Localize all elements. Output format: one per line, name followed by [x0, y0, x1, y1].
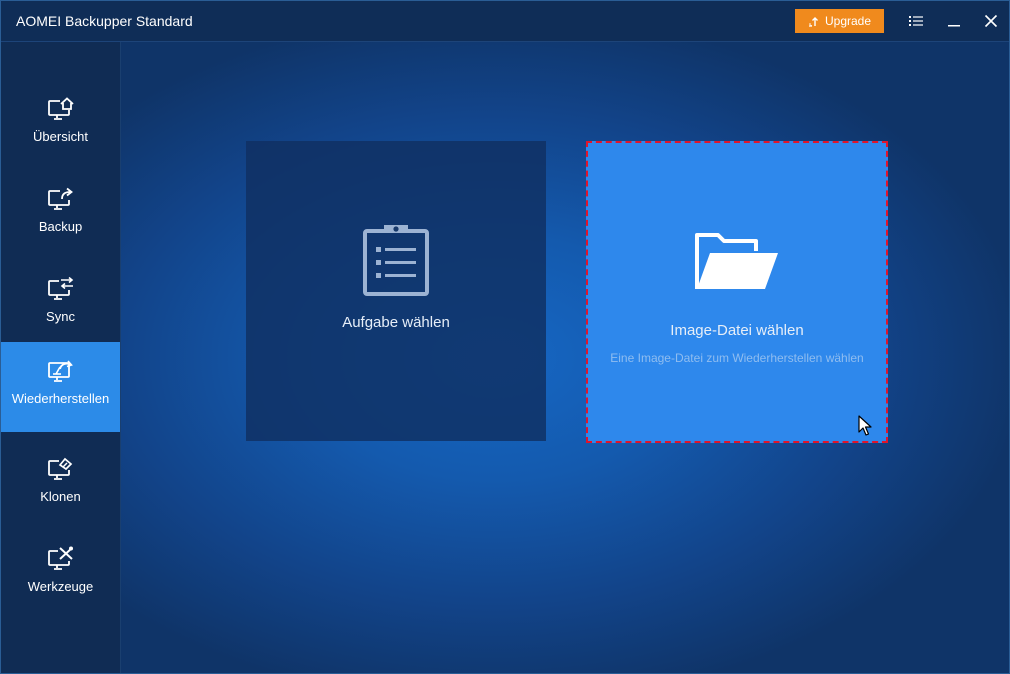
select-task-card[interactable]: Aufgabe wählen — [246, 141, 546, 441]
close-icon — [984, 14, 998, 28]
sidebar-item-label: Übersicht — [33, 129, 88, 144]
sidebar-item-sync[interactable]: Sync — [1, 260, 120, 350]
window-title: AOMEI Backupper Standard — [16, 13, 193, 29]
sidebar-item-label: Werkzeuge — [27, 579, 94, 594]
sidebar-item-label: Klonen — [40, 489, 81, 504]
minimize-icon — [948, 25, 960, 27]
sidebar-item-label: Sync — [46, 309, 75, 324]
upgrade-label: Upgrade — [824, 14, 872, 28]
main-content: Aufgabe wählen Image-Datei wählen Eine I… — [121, 42, 1009, 673]
menu-button[interactable] — [902, 8, 930, 34]
monitor-share-icon — [46, 184, 76, 214]
folder-open-icon — [694, 231, 780, 298]
sidebar-item-klonen[interactable]: Klonen — [1, 440, 120, 530]
close-button[interactable] — [977, 8, 1005, 34]
sidebar-item-label: Backup — [38, 219, 83, 234]
clipboard-list-icon — [362, 221, 430, 302]
select-image-file-subtitle: Eine Image-Datei zum Wiederherstellen wä… — [610, 351, 864, 365]
select-image-file-card[interactable]: Image-Datei wählen Eine Image-Datei zum … — [586, 141, 888, 443]
menu-icon — [909, 16, 923, 26]
upgrade-button[interactable]: Upgrade — [795, 9, 884, 33]
select-image-file-title: Image-Datei wählen — [670, 322, 804, 339]
title-bar[interactable]: AOMEI Backupper Standard Upgrade — [1, 1, 1009, 42]
sidebar-item-label: Wiederherstellen — [11, 391, 110, 406]
monitor-tools-icon — [46, 544, 76, 574]
monitor-sync-icon — [46, 274, 76, 304]
upgrade-arrow-icon — [808, 17, 818, 27]
sidebar-item-uebersicht[interactable]: Übersicht — [1, 80, 120, 170]
sidebar-item-wiederherstellen[interactable]: Wiederherstellen — [1, 342, 120, 432]
sidebar-item-backup[interactable]: Backup — [1, 170, 120, 260]
mouse-pointer-icon — [858, 415, 872, 436]
monitor-home-icon — [46, 94, 76, 124]
monitor-restore-icon — [46, 356, 76, 386]
sidebar-item-werkzeuge[interactable]: Werkzeuge — [1, 530, 120, 620]
app-window: AOMEI Backupper Standard Upgrade Übersic… — [0, 0, 1010, 674]
sidebar: Übersicht Backup Sync Wiederherstellen K… — [1, 42, 121, 673]
monitor-clone-icon — [46, 454, 76, 484]
select-task-title: Aufgabe wählen — [342, 314, 450, 331]
minimize-button[interactable] — [940, 8, 968, 34]
